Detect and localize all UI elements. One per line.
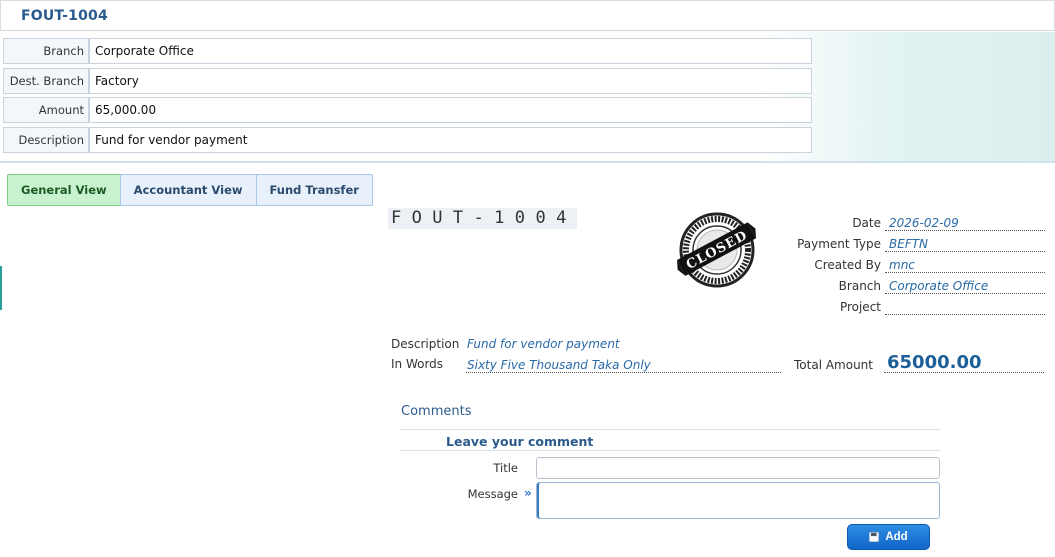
dest-branch-field[interactable]: Factory [89, 68, 812, 94]
voucher-id: FOUT-1004 [388, 208, 577, 229]
amount-field[interactable]: 65,000.00 [89, 97, 812, 123]
view-tabs: General View Accountant View Fund Transf… [7, 174, 373, 206]
comments-title: Comments [401, 404, 472, 419]
branch-field[interactable]: Corporate Office [89, 38, 812, 64]
left-edge-accent [0, 266, 2, 310]
date-label: Date [852, 216, 881, 230]
tab-accountant-view[interactable]: Accountant View [119, 174, 257, 206]
closed-stamp-icon: CLOSED [676, 212, 757, 288]
voucher-description-label: Description [391, 337, 460, 351]
total-amount-label: Total Amount [794, 358, 873, 372]
comments-divider [400, 429, 941, 430]
created-by-value: mnc [885, 258, 1045, 273]
branch-label: Branch [3, 38, 89, 64]
in-words-label: In Words [391, 357, 444, 371]
date-value: 2026-02-09 [885, 216, 1045, 231]
add-button-label: Add [885, 531, 908, 543]
dest-branch-label: Dest. Branch [3, 68, 89, 94]
meta-branch-value: Corporate Office [885, 279, 1045, 294]
project-label: Project [839, 300, 881, 314]
amount-label: Amount [3, 97, 89, 123]
comment-title-label: Title [493, 461, 518, 475]
in-words-value: Sixty Five Thousand Taka Only [466, 358, 781, 373]
payment-type-value: BEFTN [885, 237, 1045, 252]
description-label: Description [3, 127, 89, 153]
created-by-label: Created By [814, 258, 881, 272]
comment-form-divider [400, 450, 941, 451]
page-header: FOUT-1004 [0, 0, 1055, 31]
tab-general-view[interactable]: General View [7, 174, 121, 206]
meta-branch-label: Branch [838, 279, 881, 293]
page-title: FOUT-1004 [21, 8, 108, 24]
description-field[interactable]: Fund for vendor payment [89, 127, 812, 153]
comment-message-label: Message [467, 487, 518, 501]
double-chevron-right-icon: » [524, 486, 532, 500]
comment-title-input[interactable] [536, 457, 940, 479]
add-comment-button[interactable]: Add [847, 524, 930, 550]
floppy-disk-icon [869, 532, 880, 542]
leave-comment-title: Leave your comment [446, 434, 594, 449]
tab-fund-transfer[interactable]: Fund Transfer [255, 174, 373, 206]
payment-type-label: Payment Type [797, 237, 881, 251]
transfer-form: Branch Corporate Office Dest. Branch Fac… [0, 32, 1055, 163]
comment-message-input[interactable] [536, 482, 940, 519]
voucher-description-value: Fund for vendor payment [467, 337, 620, 351]
total-amount-value: 65000.00 [884, 353, 1044, 373]
project-value [885, 300, 1045, 315]
